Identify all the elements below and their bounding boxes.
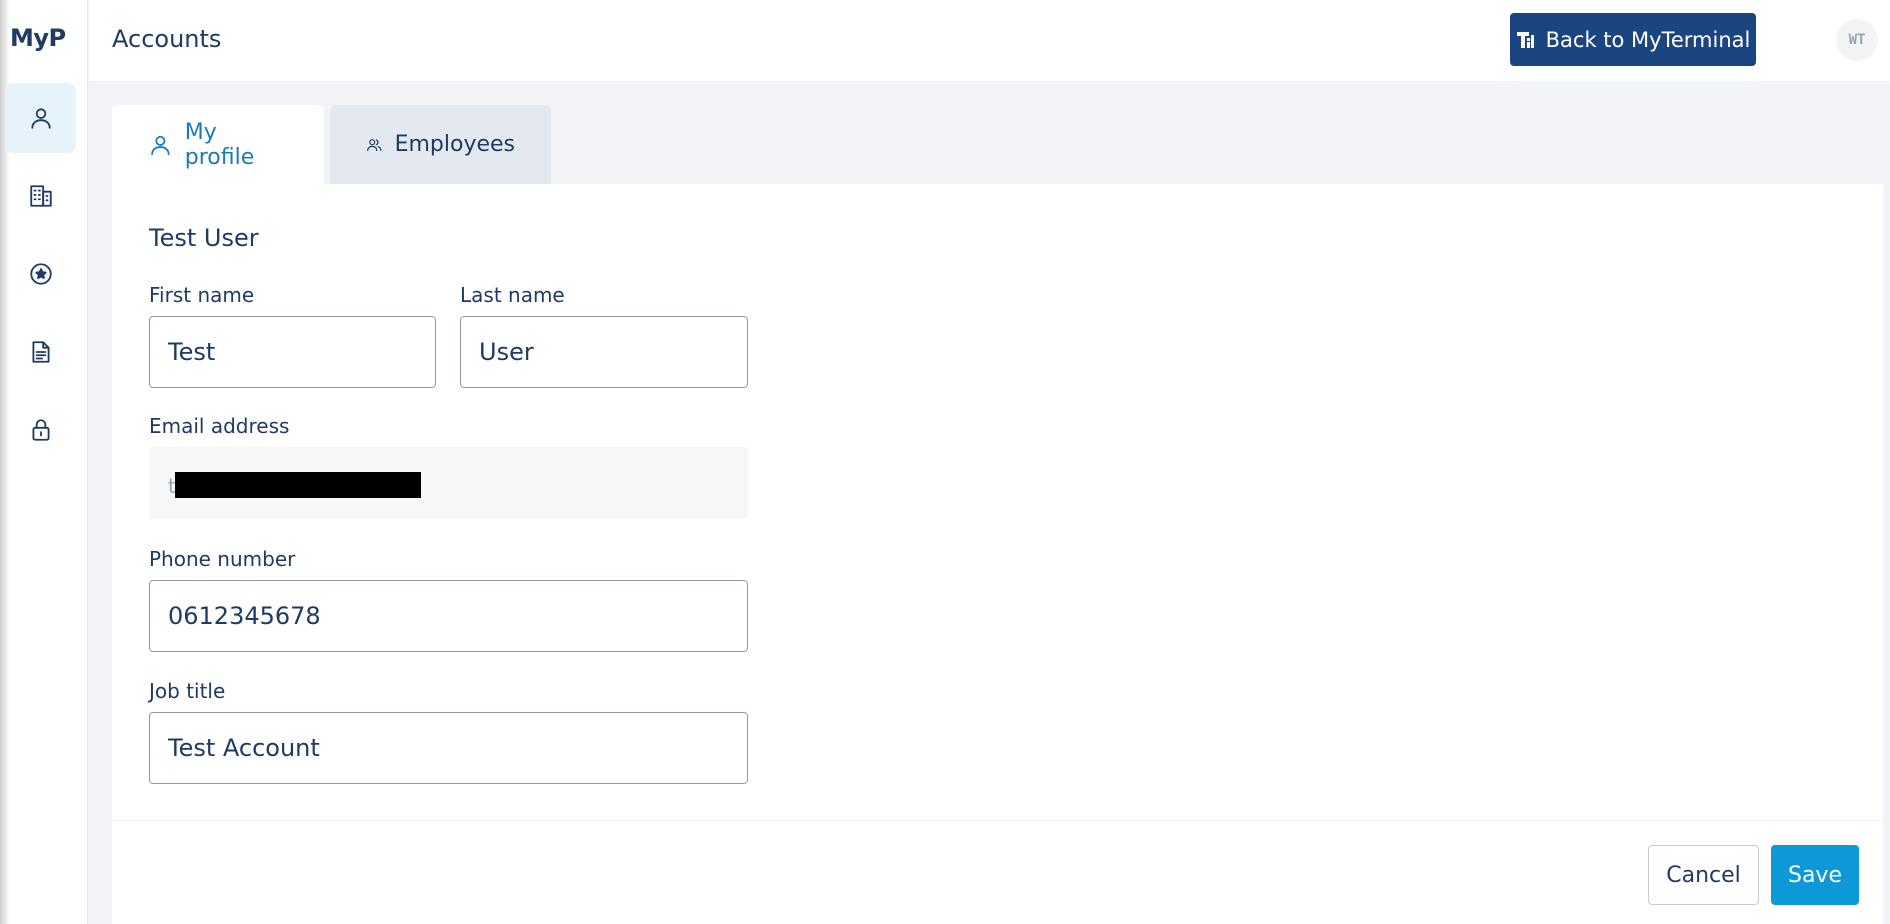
sidebar-item-organization[interactable] — [5, 161, 76, 231]
star-circle-icon — [29, 263, 52, 285]
profile-name-heading: Test User — [149, 224, 259, 252]
users-icon — [367, 138, 382, 151]
save-button[interactable]: Save — [1771, 845, 1859, 905]
sidebar-item-profile[interactable] — [5, 83, 76, 153]
first-name-label: First name — [149, 283, 255, 307]
phone-number-label: Phone number — [149, 547, 296, 571]
page-title: Accounts — [112, 25, 222, 53]
back-button-label: Back to MyTerminal — [1545, 27, 1751, 52]
first-name-field[interactable] — [149, 316, 436, 388]
user-icon — [151, 135, 170, 155]
user-icon — [30, 108, 51, 129]
terminal-logo-icon — [1516, 31, 1534, 48]
tab-my-profile[interactable]: My profile — [112, 105, 324, 184]
email-field: t — [149, 447, 748, 519]
email-label: Email address — [149, 414, 290, 438]
document-icon — [31, 341, 50, 363]
lock-icon — [31, 419, 50, 441]
last-name-label: Last name — [460, 283, 565, 307]
cancel-button[interactable]: Cancel — [1648, 845, 1759, 905]
app-logo[interactable]: MyP — [10, 24, 66, 52]
job-title-field[interactable] — [149, 712, 748, 784]
email-redaction-bar — [175, 472, 421, 498]
sidebar-item-documents[interactable] — [5, 317, 76, 387]
building-icon — [29, 185, 52, 207]
account-tabs: My profile Employees — [112, 105, 551, 184]
form-footer-divider — [112, 820, 1883, 821]
back-to-myterminal-button[interactable]: Back to MyTerminal — [1510, 13, 1756, 66]
sidebar: MyP — [0, 0, 88, 924]
last-name-field[interactable] — [460, 316, 748, 388]
phone-number-field[interactable] — [149, 580, 748, 652]
profile-panel: Test User First name Last name Email add… — [112, 184, 1883, 924]
job-title-label: Job title — [149, 679, 226, 703]
top-bar: Accounts Back to MyTerminal WT — [89, 0, 1890, 81]
tab-label: Employees — [394, 132, 515, 157]
sidebar-item-favorites[interactable] — [5, 239, 76, 309]
sidebar-item-security[interactable] — [5, 395, 76, 465]
tab-employees[interactable]: Employees — [330, 105, 551, 184]
tab-label: My profile — [184, 119, 255, 170]
user-avatar[interactable]: WT — [1836, 19, 1878, 61]
